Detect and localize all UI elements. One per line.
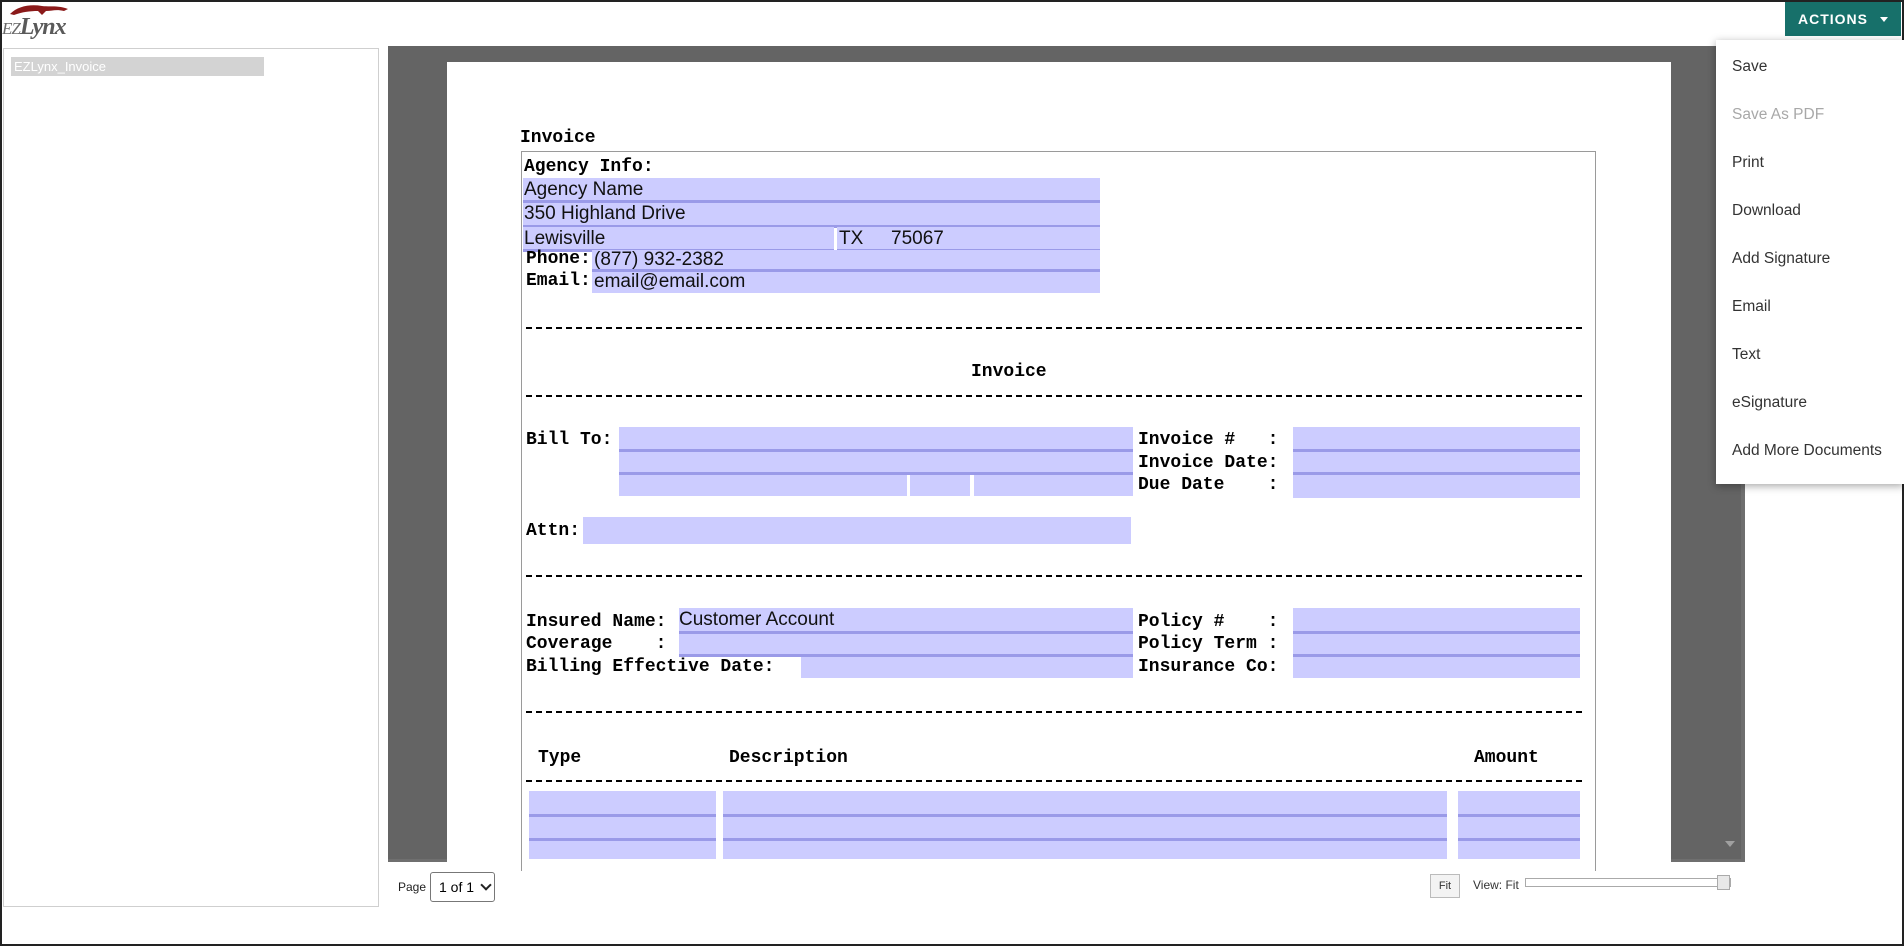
fit-button[interactable]: Fit (1430, 874, 1460, 898)
attn-label: Attn: (526, 521, 581, 541)
policy-number-field[interactable] (1293, 608, 1580, 634)
logo-wordmark: EZLynx (2, 14, 67, 41)
description-column-header: Description (729, 748, 848, 768)
insured-name-value: Customer Account (679, 609, 835, 630)
line-item-description-field[interactable] (723, 791, 1447, 817)
line-item-type-field[interactable] (529, 841, 716, 859)
actions-label: ACTIONS (1798, 11, 1868, 27)
attn-field[interactable] (583, 517, 1131, 544)
zip-value: 75067 (891, 228, 944, 249)
coverage-label: Coverage : (526, 634, 667, 654)
bill-to-line1-field[interactable] (619, 427, 1133, 452)
coverage-field[interactable] (679, 634, 1133, 657)
menu-item-add-signature[interactable]: Add Signature (1732, 250, 1830, 268)
bill-to-zip-field[interactable] (974, 475, 1133, 496)
divider (526, 780, 1582, 782)
policy-term-label: Policy Term : (1138, 634, 1279, 654)
zoom-slider-handle[interactable] (1717, 875, 1730, 890)
line-item-description-field[interactable] (723, 841, 1447, 859)
menu-item-add-more-documents[interactable]: Add More Documents (1732, 442, 1882, 460)
caret-down-icon (1880, 16, 1888, 22)
insurance-co-label: Insurance Co: (1138, 657, 1279, 677)
type-column-header: Type (538, 748, 582, 768)
menu-item-download[interactable]: Download (1732, 202, 1801, 220)
line-item-amount-field[interactable] (1458, 791, 1580, 817)
divider (526, 327, 1582, 329)
menu-item-esignature[interactable]: eSignature (1732, 394, 1807, 412)
bill-to-label: Bill To: (526, 430, 613, 450)
due-date-field[interactable] (1293, 475, 1580, 498)
invoice-number-field[interactable] (1293, 427, 1580, 452)
document-list-panel: EZLynx_Invoice (3, 48, 379, 907)
due-date-label: Due Date : (1138, 475, 1279, 495)
menu-item-print[interactable]: Print (1732, 154, 1764, 172)
invoice-number-label: Invoice # : (1138, 430, 1279, 450)
line-item-amount-field[interactable] (1458, 841, 1580, 859)
agency-name-value: Agency Name (524, 179, 644, 200)
line-item-description-field[interactable] (723, 817, 1447, 841)
invoice-section-title: Invoice (971, 362, 1047, 382)
page-select-value: 1 of 1 (439, 879, 475, 895)
policy-number-label: Policy # : (1138, 612, 1279, 632)
menu-item-email[interactable]: Email (1732, 298, 1771, 316)
divider (526, 711, 1582, 713)
billing-effective-date-field[interactable] (801, 657, 1133, 678)
state-value: TX (839, 228, 864, 249)
invoice-date-label: Invoice Date: (1138, 453, 1279, 473)
line-item-type-field[interactable] (529, 791, 716, 817)
phone-value: (877) 932-2382 (594, 249, 724, 270)
billing-effective-date-label: Billing Effective Date: (526, 657, 775, 677)
policy-term-field[interactable] (1293, 634, 1580, 657)
line-item-type-field[interactable] (529, 817, 716, 841)
chevron-down-icon (480, 879, 492, 891)
menu-item-text[interactable]: Text (1732, 346, 1760, 364)
menu-item-save-as-pdf: Save As PDF (1732, 106, 1825, 123)
zoom-slider[interactable] (1525, 875, 1731, 890)
document-list-item[interactable]: EZLynx_Invoice (11, 57, 264, 76)
page-label: Page (398, 880, 427, 894)
address-value: 350 Highland Drive (524, 203, 686, 224)
invoice-date-field[interactable] (1293, 452, 1580, 475)
actions-button[interactable]: ACTIONS (1785, 2, 1901, 36)
phone-label: Phone: (526, 249, 591, 269)
email-label: Email: (526, 271, 591, 291)
city-value: Lewisville (524, 228, 606, 249)
menu-item-save[interactable]: Save (1732, 58, 1767, 76)
divider (526, 395, 1582, 397)
actions-menu: Save Save As PDF Print Download Add Sign… (1716, 40, 1904, 484)
scroll-down-arrow-icon[interactable] (1725, 841, 1735, 847)
logo-main: Lynx (19, 14, 67, 40)
logo-prefix: EZ (2, 19, 21, 38)
bill-to-state-field[interactable] (910, 475, 970, 496)
ezlynx-logo: EZLynx (2, 2, 72, 41)
line-item-amount-field[interactable] (1458, 817, 1580, 841)
insurance-co-field[interactable] (1293, 657, 1580, 678)
agency-info-label: Agency Info: (524, 157, 654, 177)
bill-to-city-field[interactable] (619, 475, 907, 496)
insured-name-label: Insured Name: (526, 612, 667, 632)
bill-to-line2-field[interactable] (619, 452, 1133, 475)
view-mode-label: View: Fit (1473, 878, 1519, 892)
amount-column-header: Amount (1474, 748, 1539, 768)
divider (526, 575, 1582, 577)
state-zip-field[interactable] (837, 227, 1100, 252)
page-select[interactable]: 1 of 1 (430, 872, 495, 902)
email-value: email@email.com (594, 271, 746, 292)
doc-top-title: Invoice (520, 128, 596, 148)
